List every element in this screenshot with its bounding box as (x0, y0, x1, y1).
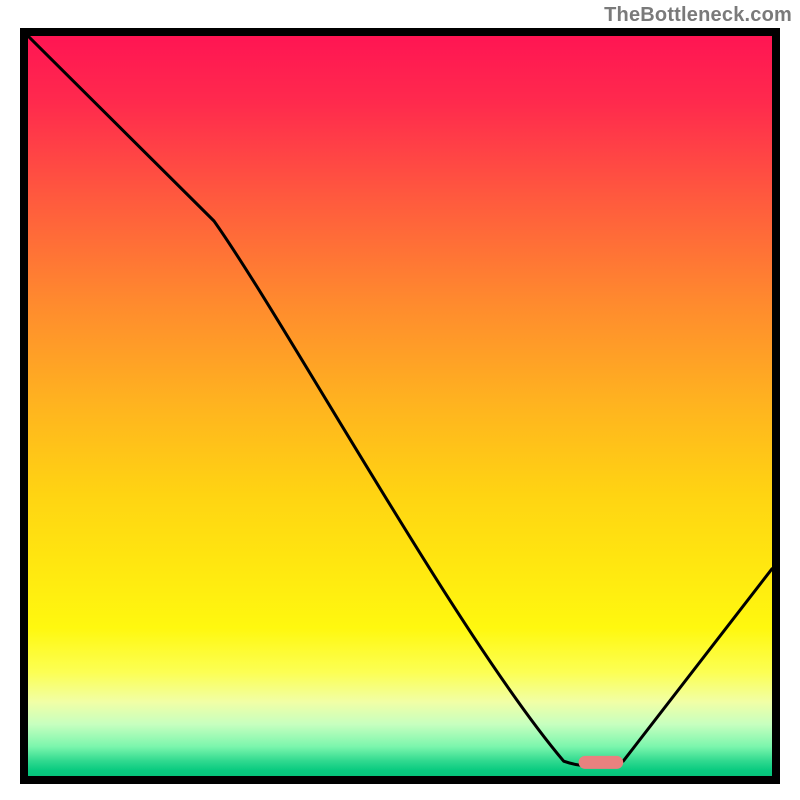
chart-svg (28, 36, 772, 776)
bottleneck-curve (28, 36, 772, 765)
plot-area (28, 36, 772, 776)
watermark-text: TheBottleneck.com (604, 4, 792, 27)
chart-container: TheBottleneck.com (0, 0, 800, 800)
plot-frame (20, 28, 780, 784)
optimal-marker (579, 756, 624, 769)
